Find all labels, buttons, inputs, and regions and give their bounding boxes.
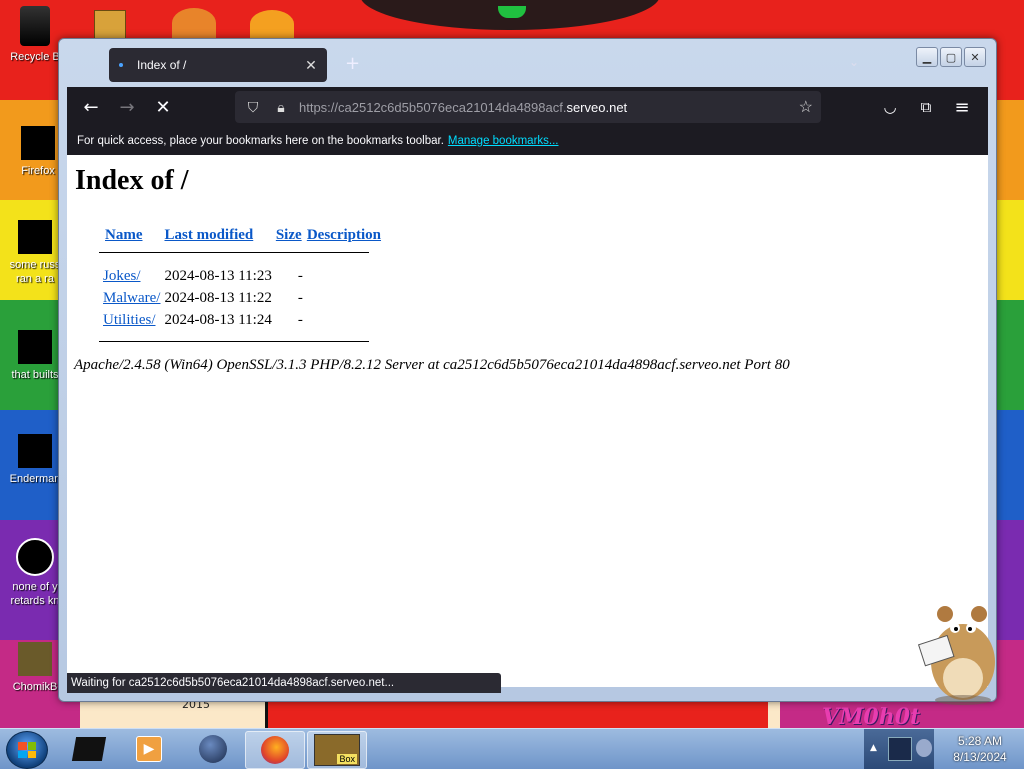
- hamburger-menu-icon[interactable]: ≡: [944, 89, 980, 125]
- directory-listing: Name Last modified Size Description Joke…: [77, 227, 383, 342]
- toolbar-right-icons: ◡ ⧉ ≡: [872, 87, 980, 127]
- new-tab-button[interactable]: +: [345, 53, 360, 74]
- chomikbox-label: Box: [337, 754, 357, 764]
- monitor-icon[interactable]: [888, 737, 912, 761]
- divider: [99, 341, 369, 342]
- taskbar-media-player[interactable]: ▶: [120, 731, 178, 767]
- hamster-mascot: [917, 606, 995, 705]
- taskbar-globe[interactable]: [184, 731, 242, 767]
- listing-header-row: Name Last modified Size Description: [77, 227, 383, 252]
- status-text: Waiting for ca2512c6d5b5076eca21014da489…: [71, 677, 395, 689]
- tab-index-of[interactable]: Index of / ✕: [109, 48, 327, 82]
- bookmarks-message: For quick access, place your bookmarks h…: [77, 135, 444, 147]
- system-tray: ▲: [864, 729, 934, 769]
- extensions-icon[interactable]: ⧉: [908, 89, 944, 125]
- recycle-bin-icon: [20, 6, 50, 46]
- app-desktop-icon[interactable]: [250, 10, 294, 38]
- description-cell: [305, 309, 383, 331]
- chrome-icon: [16, 538, 54, 576]
- manage-bookmarks-link[interactable]: Manage bookmarks...: [448, 135, 559, 147]
- taskbar-chomikbox[interactable]: Box: [307, 731, 367, 769]
- page-title: Index of /: [75, 165, 189, 196]
- table-row: Jokes/ 2024-08-13 11:23 -: [77, 265, 383, 287]
- forward-icon[interactable]: →: [109, 89, 145, 125]
- firefox-icon: [21, 126, 55, 160]
- table-row: Utilities/ 2024-08-13 11:24 -: [77, 309, 383, 331]
- sort-by-description-link[interactable]: Description: [307, 227, 381, 243]
- url-domain: serveo.net: [566, 99, 628, 115]
- media-player-icon: ▶: [136, 736, 162, 762]
- status-panel: Waiting for ca2512c6d5b5076eca21014da489…: [67, 673, 501, 693]
- page-content: Index of / Name Last modified Size Descr…: [67, 155, 988, 687]
- stop-icon[interactable]: ✕: [145, 89, 181, 125]
- folder-stack-icon: [18, 330, 52, 364]
- size-cell: -: [297, 289, 303, 306]
- taskbar-firefox[interactable]: [245, 731, 305, 769]
- pocket-icon[interactable]: ◡: [872, 89, 908, 125]
- navigation-toolbar: ← → ✕ ⛉ 🔒︎ https://ca2512c6d5b5076eca210…: [67, 87, 988, 127]
- sort-by-size-link[interactable]: Size: [276, 227, 302, 243]
- firefox-window: Index of / ✕ + ⌄ ▁ ▢ ✕ ← → ✕ ⛉ 🔒︎ https:…: [58, 38, 997, 702]
- bookmarks-toolbar: For quick access, place your bookmarks h…: [67, 127, 988, 155]
- show-hidden-icons[interactable]: ▲: [870, 743, 877, 753]
- star-icon[interactable]: ☆: [799, 97, 813, 117]
- terminal-icon: [71, 737, 107, 761]
- folder-link-jokes[interactable]: Jokes/: [103, 268, 141, 284]
- chomikbox-icon: Box: [314, 734, 360, 766]
- window-controls: ▁ ▢ ✕: [916, 47, 986, 67]
- description-cell: [305, 265, 383, 287]
- folder-icon[interactable]: [94, 10, 126, 40]
- tab-close-icon[interactable]: ✕: [301, 57, 321, 74]
- size-cell: -: [297, 267, 303, 284]
- application-icon: [18, 434, 52, 468]
- table-row: Malware/ 2024-08-13 11:22 -: [77, 287, 383, 309]
- clock[interactable]: 5:28 AM 8/13/2024: [940, 733, 1020, 765]
- volume-icon[interactable]: [916, 739, 932, 757]
- url-prefix: https://ca2512c6d5b5076eca21014da4898acf…: [299, 99, 567, 115]
- sort-by-name-link[interactable]: Name: [105, 227, 143, 243]
- minimize-button[interactable]: ▁: [916, 47, 938, 67]
- clock-time: 5:28 AM: [957, 734, 1003, 748]
- globe-icon: [199, 735, 227, 763]
- list-all-tabs-icon[interactable]: ⌄: [849, 55, 859, 69]
- firefox-desktop-icon[interactable]: [172, 8, 216, 38]
- modified-cell: 2024-08-13 11:23: [164, 267, 272, 284]
- size-cell: -: [297, 311, 303, 328]
- taskbar: ▶ Box ▲ 5:28 AM 8/13/2024: [0, 728, 1024, 769]
- modified-cell: 2024-08-13 11:24: [164, 311, 272, 328]
- divider: [99, 252, 369, 253]
- folder-link-utilities[interactable]: Utilities/: [103, 312, 156, 328]
- taskbar-cmd[interactable]: [60, 731, 118, 767]
- firefox-icon: [261, 736, 289, 764]
- watermark-logo: VM0h0t: [822, 704, 921, 730]
- tab-loading-icon: [119, 63, 123, 67]
- tab-title: Index of /: [137, 58, 187, 72]
- description-cell: [305, 287, 383, 309]
- back-icon[interactable]: ←: [73, 89, 109, 125]
- server-signature: Apache/2.4.58 (Win64) OpenSSL/3.1.3 PHP/…: [74, 357, 790, 373]
- url-bar[interactable]: ⛉ 🔒︎ https://ca2512c6d5b5076eca21014da48…: [235, 91, 821, 123]
- wallpaper-bottom-red: [265, 700, 768, 728]
- lock-icon[interactable]: 🔒︎: [267, 99, 295, 116]
- modified-cell: 2024-08-13 11:22: [164, 289, 272, 306]
- sort-by-modified-link[interactable]: Last modified: [164, 227, 253, 243]
- maximize-button[interactable]: ▢: [940, 47, 962, 67]
- close-window-button[interactable]: ✕: [964, 47, 986, 67]
- chomikbox-icon: [18, 642, 52, 676]
- shield-icon[interactable]: ⛉: [239, 99, 267, 116]
- document-icon: [18, 220, 52, 254]
- start-button[interactable]: [6, 731, 48, 769]
- windows-logo-icon: [18, 742, 36, 758]
- clock-date: 8/13/2024: [953, 750, 1007, 764]
- folder-link-malware[interactable]: Malware/: [103, 290, 160, 306]
